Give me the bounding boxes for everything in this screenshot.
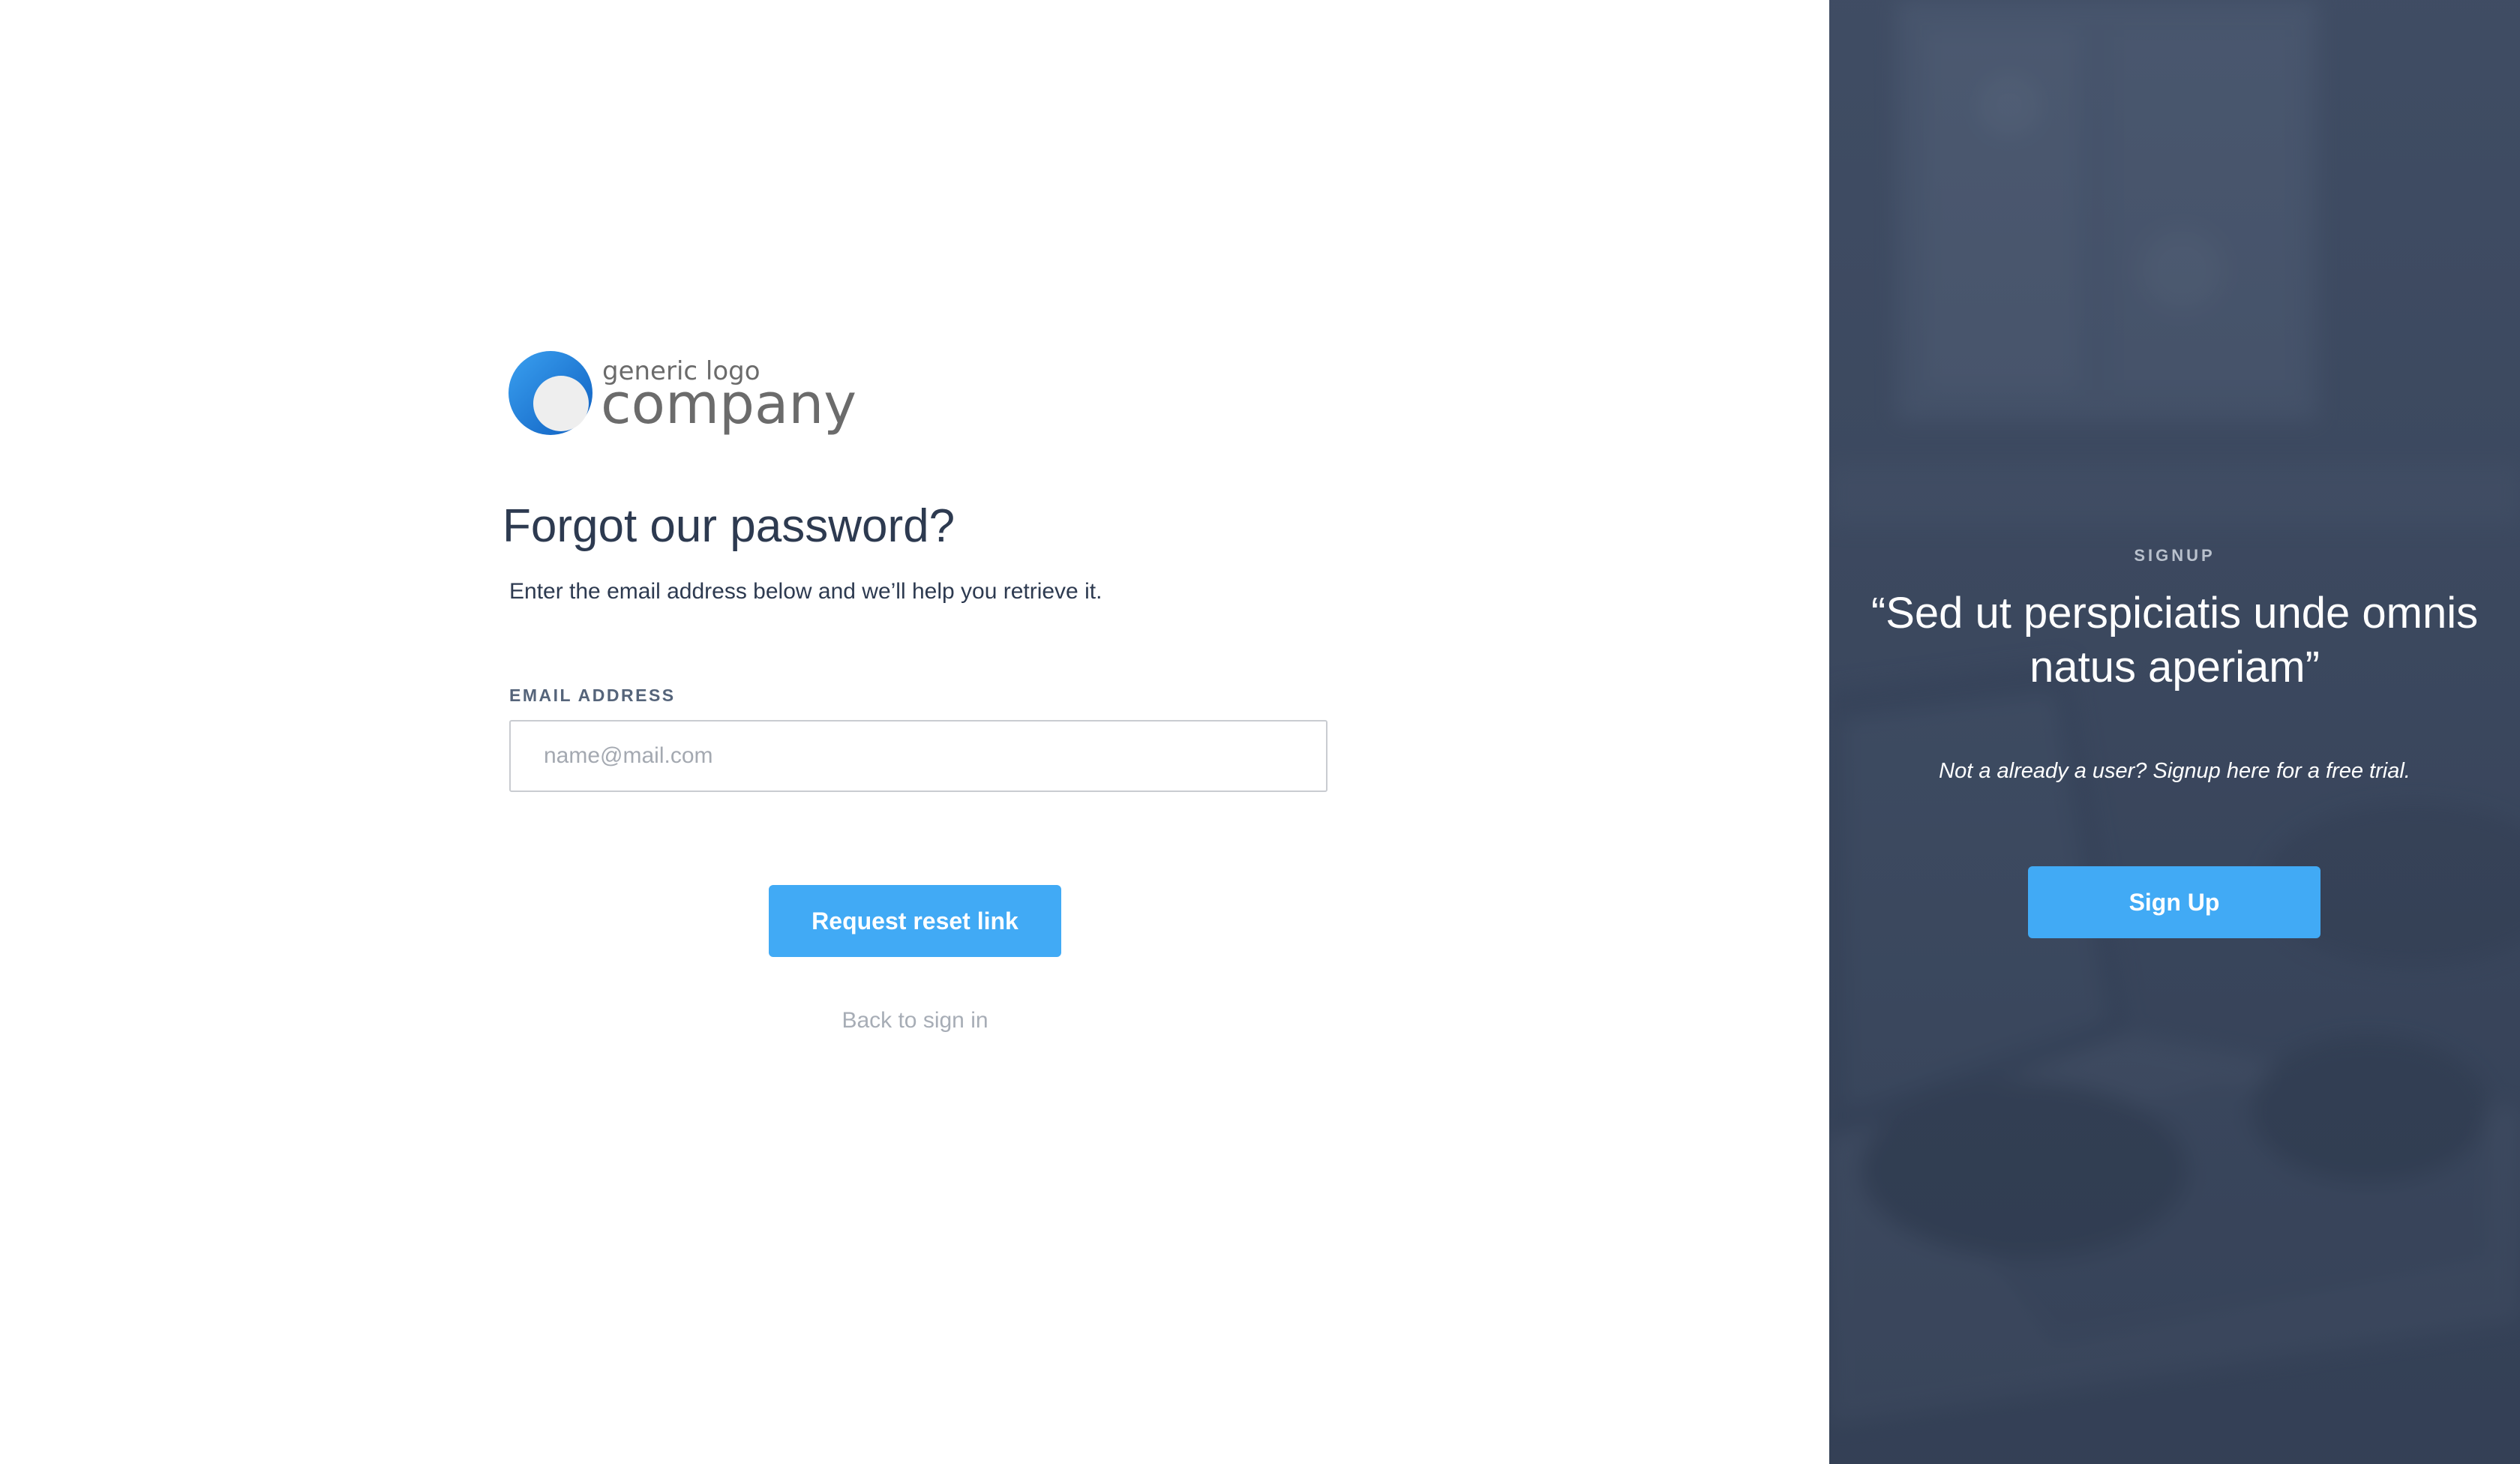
form-panel: generic logo company Forgot our password… [0,0,1829,1464]
company-logo: generic logo company [508,351,857,438]
back-to-sign-in-link[interactable]: Back to sign in [769,1008,1061,1034]
logo-circle-icon [508,351,592,435]
signup-eyebrow: SIGNUP [2134,546,2216,565]
page-title: Forgot our password? [502,500,956,552]
signup-cta-text: Not a already a user? Signup here for a … [1939,759,2410,783]
signup-quote: “Sed ut perspiciatis unde omnis natus ap… [1870,589,2479,692]
signup-panel: SIGNUP “Sed ut perspiciatis unde omnis n… [1829,0,2520,1464]
sign-up-button[interactable]: Sign Up [2028,866,2320,938]
email-field-label: EMAIL ADDRESS [509,686,676,705]
background-photo [1829,0,2520,1464]
email-field[interactable] [509,720,1328,792]
page-subtitle: Enter the email address below and we’ll … [509,579,1102,604]
logo-wordmark: company [601,372,857,436]
forgot-password-page: generic logo company Forgot our password… [0,0,2520,1464]
request-reset-link-button[interactable]: Request reset link [769,885,1061,957]
